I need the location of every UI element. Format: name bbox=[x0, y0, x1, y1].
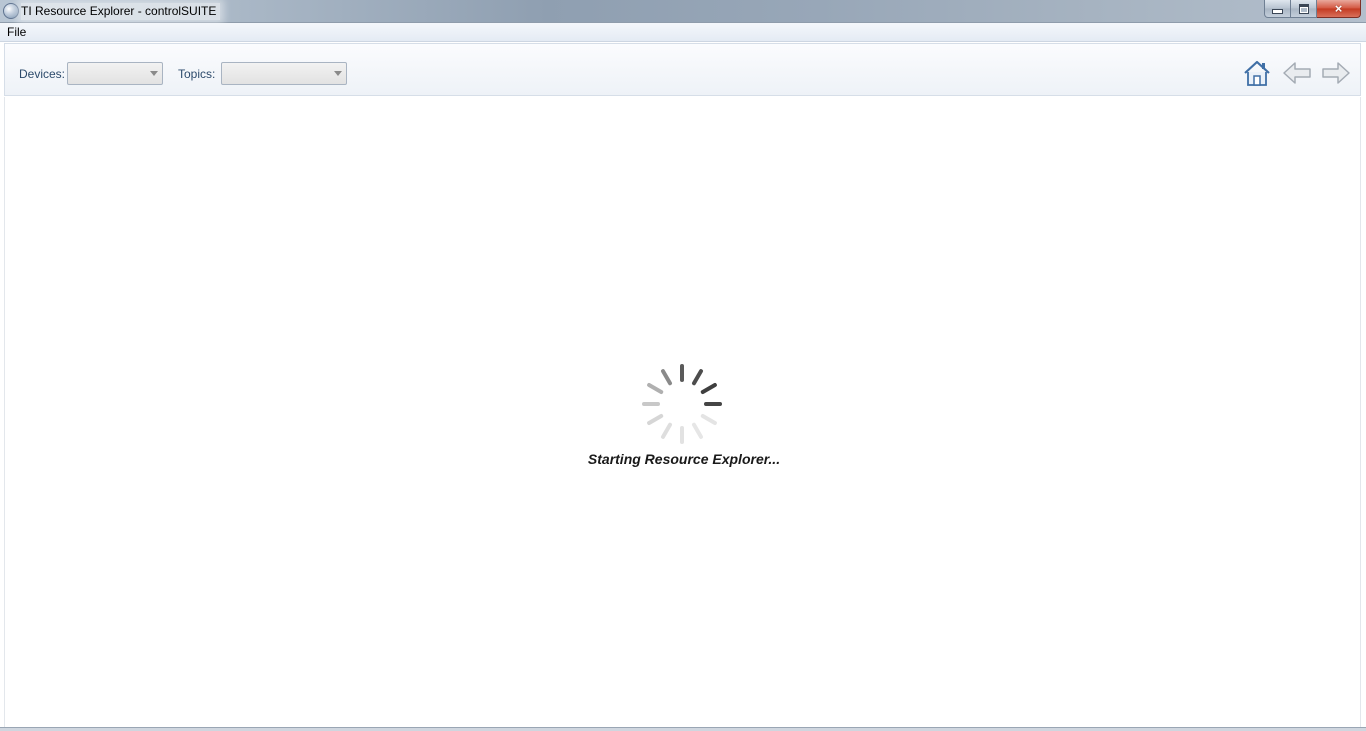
menu-bar: File bbox=[0, 23, 1366, 42]
devices-label: Devices: bbox=[19, 67, 66, 81]
chevron-down-icon bbox=[334, 71, 342, 76]
forward-button[interactable] bbox=[1319, 57, 1353, 89]
home-icon bbox=[1244, 60, 1270, 86]
chevron-down-icon bbox=[150, 71, 158, 76]
minimize-icon bbox=[1272, 9, 1283, 14]
minimize-button[interactable] bbox=[1264, 0, 1291, 18]
window-bottom-border bbox=[0, 727, 1366, 731]
devices-dropdown[interactable] bbox=[67, 62, 163, 85]
window-controls: × bbox=[1264, 0, 1361, 19]
title-bar[interactable]: TI Resource Explorer - controlSUITE × bbox=[0, 0, 1366, 23]
toolbar: Devices: Topics: bbox=[4, 43, 1361, 96]
restore-icon bbox=[1298, 3, 1309, 14]
loading-message: Starting Resource Explorer... bbox=[587, 451, 781, 467]
topics-dropdown[interactable] bbox=[221, 62, 347, 85]
back-button[interactable] bbox=[1280, 57, 1314, 89]
close-button[interactable]: × bbox=[1317, 0, 1361, 18]
forward-arrow-icon bbox=[1322, 62, 1350, 84]
topics-label: Topics: bbox=[178, 67, 216, 81]
app-icon[interactable] bbox=[3, 3, 19, 19]
close-icon: × bbox=[1334, 1, 1343, 16]
home-button[interactable] bbox=[1240, 57, 1274, 89]
back-arrow-icon bbox=[1283, 62, 1311, 84]
restore-button[interactable] bbox=[1291, 0, 1317, 18]
window-title: TI Resource Explorer - controlSUITE bbox=[21, 3, 221, 20]
menu-file[interactable]: File bbox=[7, 25, 26, 39]
loading-spinner-icon bbox=[642, 364, 722, 444]
